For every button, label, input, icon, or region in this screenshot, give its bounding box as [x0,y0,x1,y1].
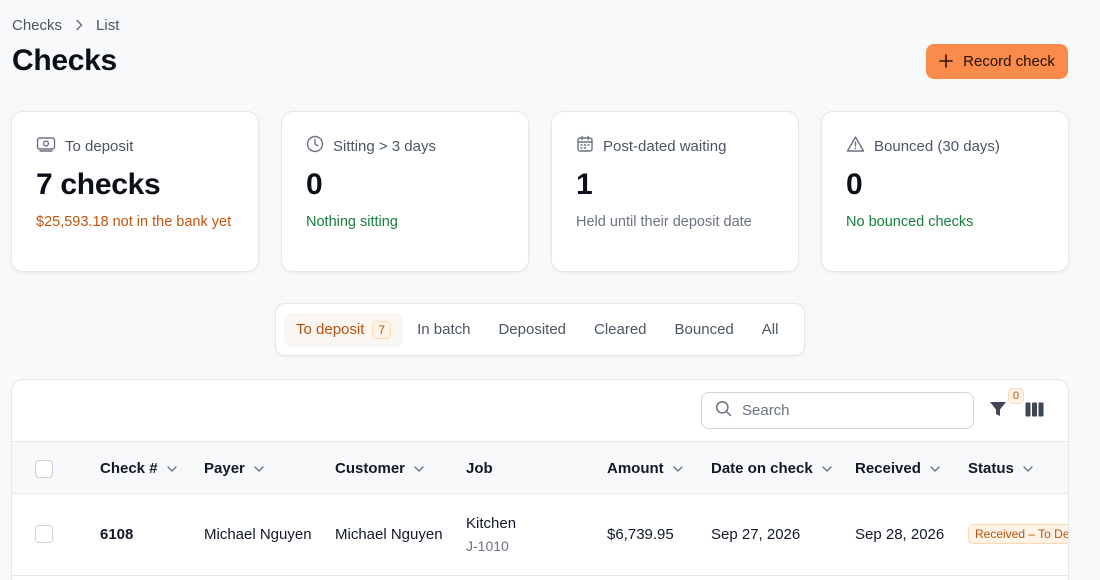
column-label: Date on check [711,460,813,477]
cell-payer: Michael Nguyen [204,525,312,543]
cell-job: Kitchen J-1010 [466,494,516,574]
row-checkbox-cell [35,494,53,574]
column-label: Amount [607,460,664,477]
search-icon [715,400,732,422]
filter-icon[interactable] [989,400,1007,423]
tab-all[interactable]: All [748,313,793,346]
column-header-job: Job [466,442,493,495]
chevron-right-icon [74,18,84,34]
column-label: Check # [100,460,158,477]
stat-label: Post-dated waiting [603,137,727,155]
stat-sub: $25,593.18 not in the bank yet [36,214,232,230]
job-name: Kitchen [466,514,517,532]
cell-amount: $6,739.95 [607,525,674,543]
banknote-icon [36,136,56,156]
column-header-amount[interactable]: Amount [607,442,684,495]
search-input[interactable] [742,402,942,419]
chevron-down-icon [166,465,177,472]
chevron-down-icon [414,465,424,472]
plus-icon [939,50,953,72]
stat-card-post-dated: Post-dated waiting 1 Held until their de… [551,111,799,272]
cell-check-no: 6108 [100,525,134,543]
cell-received: Sep 28, 2026 [855,525,945,543]
cell-date-on-check: Sep 27, 2026 [711,525,801,543]
select-all-checkbox-cell [35,442,53,495]
filter-count-badge: 0 [1008,388,1025,404]
stat-value: 1 [576,168,593,201]
warning-triangle-icon [846,135,865,157]
tab-deposited[interactable]: Deposited [484,313,580,346]
status-badge: Received – To Deposit [968,524,1068,544]
stat-sub: Held until their deposit date [576,214,752,230]
column-header-payer[interactable]: Payer [204,442,265,495]
column-header-status[interactable]: Status [968,442,1034,495]
stat-card-to-deposit: To deposit 7 checks $25,593.18 not in th… [11,111,259,272]
clock-icon [306,135,324,157]
select-all-checkbox[interactable] [35,459,53,478]
column-header-customer[interactable]: Customer [335,442,425,495]
breadcrumb: Checks List [12,17,119,34]
page-title: Checks [12,44,117,77]
column-label: Received [855,460,921,477]
column-label: Job [466,460,493,477]
stat-sub: No bounced checks [846,214,974,230]
chevron-down-icon [822,465,832,472]
cell-status: Received – To Deposit [968,494,1068,574]
table-row[interactable]: 6108 Michael Nguyen Michael Nguyen Kitch… [12,494,1068,576]
column-header-received[interactable]: Received [855,442,941,495]
record-check-button[interactable]: Record check [926,44,1068,79]
column-header-check-no[interactable]: Check # [100,442,178,495]
stat-label: Sitting > 3 days [333,137,436,155]
stat-label: To deposit [65,137,134,155]
breadcrumb-root-link[interactable]: Checks [12,17,62,34]
chevron-down-icon [672,465,683,472]
job-code: J-1010 [466,537,509,554]
column-label: Status [968,460,1014,477]
stat-card-bounced: Bounced (30 days) 0 No bounced checks [821,111,1069,272]
chevron-down-icon [1023,465,1033,472]
search-box[interactable] [701,392,974,429]
tab-in-batch[interactable]: In batch [403,313,484,346]
table-header: Check # Payer Customer Job Amount Date o… [12,441,1068,494]
tab-count-badge: 7 [372,320,392,339]
chevron-down-icon [254,465,264,472]
tab-label: To deposit [296,321,365,338]
stat-card-sitting: Sitting > 3 days 0 Nothing sitting [281,111,529,272]
stat-value: 0 [306,168,323,201]
chevron-down-icon [930,465,940,472]
checks-table-card: 0 Check # Payer Customer Job Amount Date… [11,379,1069,580]
column-label: Payer [204,460,245,477]
stat-sub: Nothing sitting [306,214,398,230]
status-tabs: To deposit 7 In batch Deposited Cleared … [275,303,805,356]
stat-value: 0 [846,168,863,201]
column-label: Customer [335,460,406,477]
stat-label: Bounced (30 days) [874,137,1000,155]
columns-icon[interactable] [1025,402,1044,422]
row-checkbox[interactable] [35,525,53,543]
stat-value: 7 checks [36,168,161,201]
tab-cleared[interactable]: Cleared [580,313,661,346]
tab-bounced[interactable]: Bounced [661,313,748,346]
calendar-icon [576,135,594,157]
breadcrumb-current: List [96,17,120,34]
tab-to-deposit[interactable]: To deposit 7 [284,312,404,347]
record-check-label: Record check [963,53,1055,70]
column-header-date-on-check[interactable]: Date on check [711,442,833,495]
cell-customer: Michael Nguyen [335,525,443,543]
